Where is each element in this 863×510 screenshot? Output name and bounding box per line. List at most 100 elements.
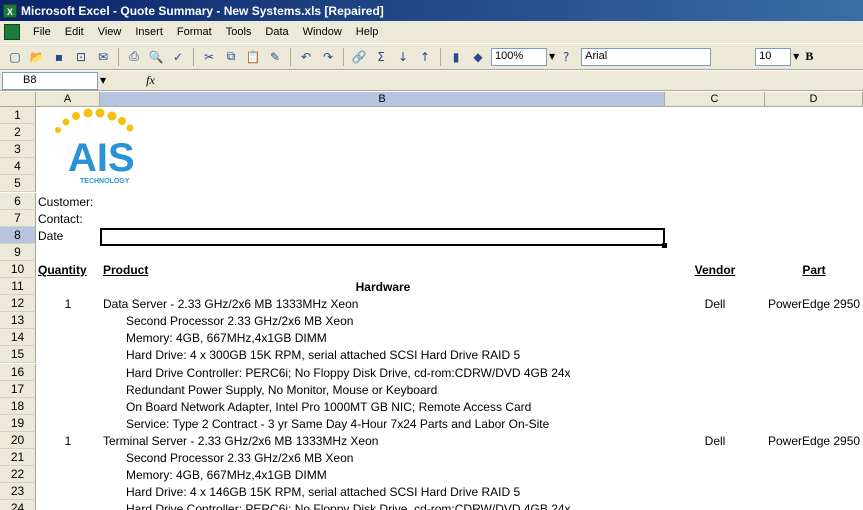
cell-b13[interactable]: Second Processor 2.33 GHz/2x6 MB Xeon bbox=[103, 313, 663, 330]
menu-file[interactable]: File bbox=[26, 24, 58, 40]
print-icon[interactable]: ⎙ bbox=[125, 48, 143, 66]
row-header-20[interactable]: 20 bbox=[0, 431, 36, 449]
row-header-12[interactable]: 12 bbox=[0, 295, 36, 313]
autosum-icon[interactable]: Σ bbox=[372, 48, 390, 66]
row-header-13[interactable]: 13 bbox=[0, 312, 36, 330]
insert-function-icon[interactable]: fx bbox=[146, 73, 155, 88]
column-header-c[interactable]: C bbox=[665, 92, 765, 107]
cell-a12[interactable]: 1 bbox=[38, 296, 98, 313]
row-header-24[interactable]: 24 bbox=[0, 500, 36, 510]
chart-wizard-icon[interactable]: ▮ bbox=[447, 48, 465, 66]
column-header-b[interactable]: B bbox=[100, 92, 665, 107]
chevron-down-icon[interactable]: ▼ bbox=[100, 76, 106, 85]
menu-tools[interactable]: Tools bbox=[219, 24, 259, 40]
cell-b22[interactable]: Memory: 4GB, 667MHz,4x1GB DIMM bbox=[103, 467, 663, 484]
cell-c20[interactable]: Dell bbox=[665, 433, 765, 450]
menu-help[interactable]: Help bbox=[349, 24, 386, 40]
help-icon[interactable]: ? bbox=[557, 48, 575, 66]
row-header-16[interactable]: 16 bbox=[0, 363, 36, 381]
cut-icon[interactable]: ✂ bbox=[200, 48, 218, 66]
cell-b23[interactable]: Hard Drive: 4 x 146GB 15K RPM, serial at… bbox=[103, 484, 663, 501]
row-header-9[interactable]: 9 bbox=[0, 243, 36, 261]
row-header-8[interactable]: 8 bbox=[0, 226, 36, 244]
select-all-corner[interactable] bbox=[0, 92, 36, 107]
cell-b17[interactable]: Redundant Power Supply, No Monitor, Mous… bbox=[103, 382, 663, 399]
font-size-select[interactable]: 10 bbox=[755, 47, 792, 66]
cell-c12[interactable]: Dell bbox=[665, 296, 765, 313]
row-header-21[interactable]: 21 bbox=[0, 449, 36, 467]
cell-b20[interactable]: Terminal Server - 2.33 GHz/2x6 MB 1333MH… bbox=[103, 433, 663, 450]
permission-icon[interactable]: ⊡ bbox=[72, 48, 90, 66]
save-icon[interactable]: ▪ bbox=[50, 48, 68, 66]
column-header-d[interactable]: D bbox=[765, 92, 863, 107]
cell-b19[interactable]: Service: Type 2 Contract - 3 yr Same Day… bbox=[103, 416, 663, 433]
paste-icon[interactable]: 📋 bbox=[244, 48, 262, 66]
cell-b12[interactable]: Data Server - 2.33 GHz/2x6 MB 1333MHz Xe… bbox=[103, 296, 663, 313]
cell-b10[interactable]: Product bbox=[103, 262, 663, 279]
worksheet-grid[interactable]: A B C D 1 2 3 4 5 6 Customer: 7 Contact: 8 Date 9 10… bbox=[0, 92, 863, 510]
menu-format[interactable]: Format bbox=[170, 24, 219, 40]
cell-b15[interactable]: Hard Drive: 4 x 300GB 15K RPM, serial at… bbox=[103, 347, 663, 364]
cell-d20[interactable]: PowerEdge 2950 bbox=[768, 433, 863, 450]
row-header-2[interactable]: 2 bbox=[0, 124, 36, 142]
menu-window[interactable]: Window bbox=[296, 24, 349, 40]
format-painter-icon[interactable]: ✎ bbox=[266, 48, 284, 66]
font-name-select[interactable]: Arial bbox=[581, 47, 712, 66]
print-preview-icon[interactable]: 🔍 bbox=[147, 48, 165, 66]
logo-dots bbox=[55, 108, 134, 133]
logo-subtext: TECHNOLOGY bbox=[80, 178, 130, 185]
workbook-icon[interactable] bbox=[4, 24, 20, 40]
cell-b16[interactable]: Hard Drive Controller: PERC6i; No Floppy… bbox=[103, 365, 663, 382]
row-header-4[interactable]: 4 bbox=[0, 158, 36, 176]
cell-c10[interactable]: Vendor bbox=[665, 262, 765, 279]
chevron-down-icon[interactable]: ▼ bbox=[793, 52, 799, 61]
drawing-icon[interactable]: ◆ bbox=[469, 48, 487, 66]
cell-b11[interactable]: Hardware bbox=[103, 279, 663, 296]
row-header-15[interactable]: 15 bbox=[0, 346, 36, 364]
cell-a6[interactable]: Customer: bbox=[38, 194, 100, 211]
menu-insert[interactable]: Insert bbox=[128, 24, 170, 40]
bold-button[interactable]: B bbox=[805, 49, 813, 64]
cell-a8[interactable]: Date bbox=[38, 228, 100, 245]
column-header-a[interactable]: A bbox=[36, 92, 100, 107]
row-header-3[interactable]: 3 bbox=[0, 141, 36, 159]
sort-ascending-icon[interactable]: ↓ bbox=[394, 48, 412, 66]
copy-icon[interactable]: ⧉ bbox=[222, 48, 240, 66]
row-header-18[interactable]: 18 bbox=[0, 397, 36, 415]
row-header-1[interactable]: 1 bbox=[0, 107, 36, 125]
active-cell-selection[interactable] bbox=[100, 227, 667, 248]
menu-data[interactable]: Data bbox=[258, 24, 295, 40]
chevron-down-icon[interactable]: ▼ bbox=[549, 52, 555, 61]
row-header-6[interactable]: 6 bbox=[0, 192, 36, 210]
zoom-select[interactable]: 100% bbox=[491, 47, 547, 66]
menu-edit[interactable]: Edit bbox=[58, 24, 91, 40]
row-header-19[interactable]: 19 bbox=[0, 414, 36, 432]
cell-d12[interactable]: PowerEdge 2950 bbox=[768, 296, 863, 313]
row-header-22[interactable]: 22 bbox=[0, 466, 36, 484]
cell-b24[interactable]: Hard Drive Controller: PERC6i; No Floppy… bbox=[103, 501, 663, 510]
menu-view[interactable]: View bbox=[91, 24, 129, 40]
spelling-icon[interactable]: ✓ bbox=[169, 48, 187, 66]
row-header-7[interactable]: 7 bbox=[0, 209, 36, 227]
cell-b14[interactable]: Memory: 4GB, 667MHz,4x1GB DIMM bbox=[103, 330, 663, 347]
hyperlink-icon[interactable]: 🔗 bbox=[350, 48, 368, 66]
cell-d10[interactable]: Part bbox=[765, 262, 863, 279]
row-header-14[interactable]: 14 bbox=[0, 329, 36, 347]
cell-a10[interactable]: Quantity bbox=[38, 262, 100, 279]
cell-b21[interactable]: Second Processor 2.33 GHz/2x6 MB Xeon bbox=[103, 450, 663, 467]
row-header-5[interactable]: 5 bbox=[0, 175, 36, 193]
open-icon[interactable]: 📂 bbox=[28, 48, 46, 66]
row-header-17[interactable]: 17 bbox=[0, 380, 36, 398]
undo-icon[interactable]: ↶ bbox=[297, 48, 315, 66]
cell-a7[interactable]: Contact: bbox=[38, 211, 100, 228]
name-box[interactable]: B8 bbox=[2, 71, 98, 90]
row-header-23[interactable]: 23 bbox=[0, 483, 36, 501]
email-icon[interactable]: ✉ bbox=[94, 48, 112, 66]
row-header-11[interactable]: 11 bbox=[0, 278, 36, 296]
new-icon[interactable]: ▢ bbox=[6, 48, 24, 66]
sort-descending-icon[interactable]: ↑ bbox=[416, 48, 434, 66]
redo-icon[interactable]: ↷ bbox=[319, 48, 337, 66]
row-header-10[interactable]: 10 bbox=[0, 260, 36, 278]
cell-b18[interactable]: On Board Network Adapter, Intel Pro 1000… bbox=[103, 399, 663, 416]
cell-a20[interactable]: 1 bbox=[38, 433, 98, 450]
